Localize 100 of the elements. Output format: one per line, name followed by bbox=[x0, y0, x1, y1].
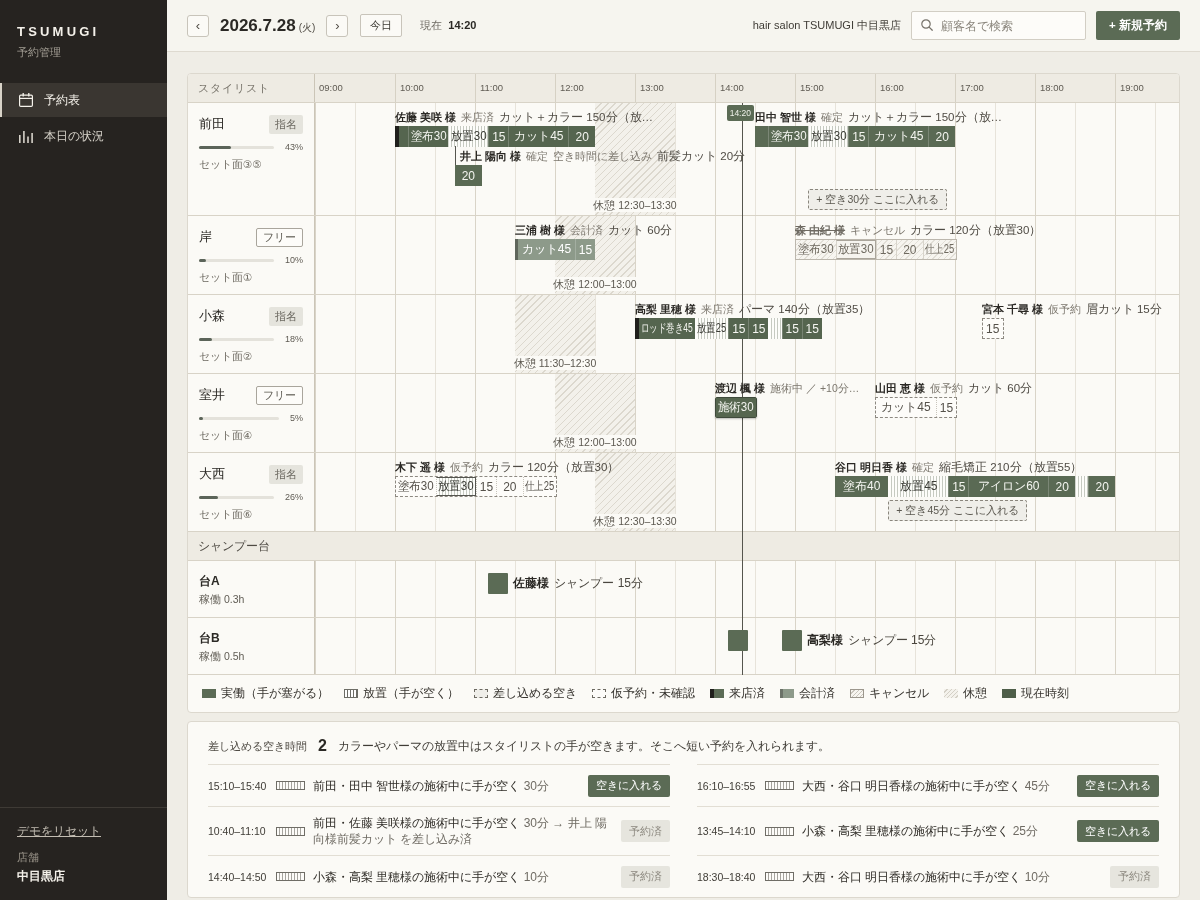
calendar-icon bbox=[19, 93, 33, 107]
hour-label: 09:00 bbox=[318, 81, 344, 95]
slot-description: 前田・田中 智世様の施術中に手が空く 30分 bbox=[313, 777, 551, 794]
booking-status: 確定 bbox=[821, 110, 844, 125]
dashed-swatch-icon bbox=[474, 689, 488, 698]
booking-segment bbox=[395, 126, 409, 147]
reset-demo-link[interactable]: デモをリセット bbox=[17, 824, 101, 839]
booking-segment: 塗布30 bbox=[768, 126, 809, 147]
legend-label: 放置（手が空く） bbox=[363, 685, 459, 702]
segment-label: 仕上25 bbox=[522, 477, 556, 496]
panel-description: カラーやパーマの放置中はスタイリストの手が空きます。そこへ短い予約を入れられます。 bbox=[337, 737, 830, 755]
hour-label: 19:00 bbox=[1115, 74, 1179, 102]
legend-label: 来店済 bbox=[729, 685, 765, 702]
customer-name: 佐藤 美咲 様 bbox=[395, 110, 457, 125]
slot-description: 大西・谷口 明日香様の施術中に手が空く 10分 bbox=[802, 868, 1052, 885]
booking-bar[interactable]: カット45 15 bbox=[875, 397, 957, 418]
processing-segment: 放置30 bbox=[436, 477, 476, 496]
legend-label: 仮予約・未確認 bbox=[611, 685, 695, 702]
break-label: 休憩 12:30–13:30 bbox=[592, 514, 678, 528]
legend-label: 会計済 bbox=[799, 685, 835, 702]
nav-item[interactable]: 予約表 bbox=[0, 83, 167, 117]
booking-segment: 15 bbox=[575, 239, 595, 260]
hatched-swatch-icon bbox=[850, 689, 864, 698]
booking-bar[interactable]: 20 bbox=[455, 165, 482, 186]
segment-label: 塗布30 bbox=[397, 478, 435, 495]
customer-name: 高梨 里穂 様 bbox=[635, 302, 697, 317]
booking-bar[interactable]: 塗布30 放置30 15 20 仕上25 bbox=[795, 239, 957, 260]
hour-label: 14:00 bbox=[715, 74, 795, 102]
utilization-value: 18% bbox=[285, 334, 303, 344]
booking-segment: 15 bbox=[948, 476, 969, 497]
booking-segment: ロッド巻き45 bbox=[635, 318, 695, 339]
segment-label: 15 bbox=[476, 477, 496, 496]
booking-bar[interactable]: 塗布30 放置30 15 カット45 20 bbox=[395, 126, 595, 147]
menu-label: カラー 120分（放置30） bbox=[910, 223, 1042, 238]
fill-slot-button[interactable]: 空きに入れる bbox=[1077, 774, 1159, 797]
shampoo-booking[interactable] bbox=[488, 573, 509, 594]
utilization-value: 10% bbox=[285, 255, 303, 265]
legend-label: 実働（手が塞がる） bbox=[221, 685, 329, 702]
hour-label: 10:00 bbox=[395, 74, 475, 102]
booking-segment: カット45 bbox=[508, 126, 569, 147]
booking-segment: 15 bbox=[876, 240, 896, 259]
app-logo: TSUMUGI bbox=[17, 24, 101, 40]
hour-label: 17:00 bbox=[955, 74, 1035, 102]
nav-item[interactable]: 本日の状況 bbox=[0, 119, 167, 153]
booking-status: 仮予約 bbox=[930, 381, 964, 396]
shampoo-booking[interactable] bbox=[728, 630, 749, 651]
seat-label: セット面⑥ bbox=[199, 507, 254, 521]
booking-segment: 20 bbox=[928, 126, 955, 147]
faded-swatch-icon bbox=[780, 689, 794, 698]
assignment-tag: 指名 bbox=[269, 114, 303, 134]
previous-day-button[interactable]: ‹ bbox=[187, 14, 209, 37]
shampoo-booking[interactable] bbox=[781, 630, 802, 651]
booking-status: 確定 bbox=[912, 460, 935, 475]
booking-status: 確定 bbox=[526, 149, 549, 164]
bar-chart-icon bbox=[19, 129, 33, 143]
booking-segment: 塗布30 bbox=[408, 126, 449, 147]
station-usage: 稼働 0.5h bbox=[199, 650, 246, 663]
striped-bar-icon bbox=[276, 872, 305, 881]
booking-bar[interactable]: ロッド巻き45 放置25 15 15 15 15 bbox=[635, 318, 822, 339]
booking-status: 施術中 ／ +10分… bbox=[770, 381, 860, 396]
booking-segment: カット45 bbox=[868, 126, 929, 147]
menu-label: カラー 120分（放置30） bbox=[488, 460, 620, 475]
search-field[interactable]: 顧客名で検索 bbox=[911, 11, 1086, 40]
processing-segment: 放置30 bbox=[808, 126, 849, 147]
new-booking-button[interactable]: + 新規予約 bbox=[1096, 11, 1180, 40]
break-label: 休憩 12:00–13:00 bbox=[552, 277, 638, 291]
column-header: スタイリスト bbox=[188, 74, 315, 102]
booking-segment: 塗布40 bbox=[835, 476, 889, 497]
booking-note: 空き時間に差し込み bbox=[553, 149, 653, 164]
search-icon bbox=[921, 19, 933, 31]
booking-segment: 塗布30 bbox=[796, 240, 836, 259]
booking-bar[interactable]: 塗布30 放置30 15 20 仕上25 bbox=[395, 476, 557, 497]
hour-label: 16:00 bbox=[875, 74, 955, 102]
booking-bar[interactable]: 施術30 bbox=[715, 397, 757, 418]
booking-segment: 15 bbox=[848, 126, 869, 147]
stylist-name: 室井 bbox=[199, 386, 225, 404]
dashed-swatch-icon bbox=[592, 689, 606, 698]
striped-bar-icon bbox=[765, 781, 794, 790]
legend-label: キャンセル bbox=[869, 685, 929, 702]
booking-bar[interactable]: 塗布30 放置30 15 カット45 20 bbox=[755, 126, 955, 147]
fill-slot-button[interactable]: 空きに入れる bbox=[1077, 820, 1159, 842]
next-day-button[interactable]: › bbox=[326, 14, 349, 37]
customer-name: 木下 遥 様 bbox=[395, 460, 446, 475]
fill-slot-button[interactable]: 空きに入れる bbox=[588, 774, 670, 797]
booking-bar[interactable]: 塗布40 放置45 15 アイロン60 20 20 bbox=[835, 476, 1115, 497]
booking-bar[interactable]: 15 bbox=[981, 318, 1004, 339]
seat-label: セット面③⑤ bbox=[199, 157, 263, 171]
fill-gap-button[interactable]: + 空き45分 ここに入れる bbox=[888, 500, 1027, 521]
slot-time: 15:10–15:40 bbox=[208, 779, 268, 792]
station-usage: 稼働 0.3h bbox=[199, 593, 246, 606]
booking-status: 仮予約 bbox=[1047, 302, 1081, 317]
booking-segment: 15 bbox=[488, 126, 509, 147]
slot-description: 大西・谷口 明日香様の施術中に手が空く 45分 bbox=[802, 777, 1052, 794]
salon-name: hair salon TSUMUGI 中目黒店 bbox=[752, 18, 901, 33]
store-name: 中目黒店 bbox=[17, 868, 66, 884]
booking-status: 来店済 bbox=[461, 110, 495, 125]
break-label: 休憩 12:30–13:30 bbox=[592, 198, 678, 212]
fill-gap-button[interactable]: + 空き30分 ここに入れる bbox=[808, 189, 947, 210]
today-button[interactable]: 今日 bbox=[360, 14, 403, 37]
legend-label: 差し込める空き bbox=[493, 685, 577, 702]
